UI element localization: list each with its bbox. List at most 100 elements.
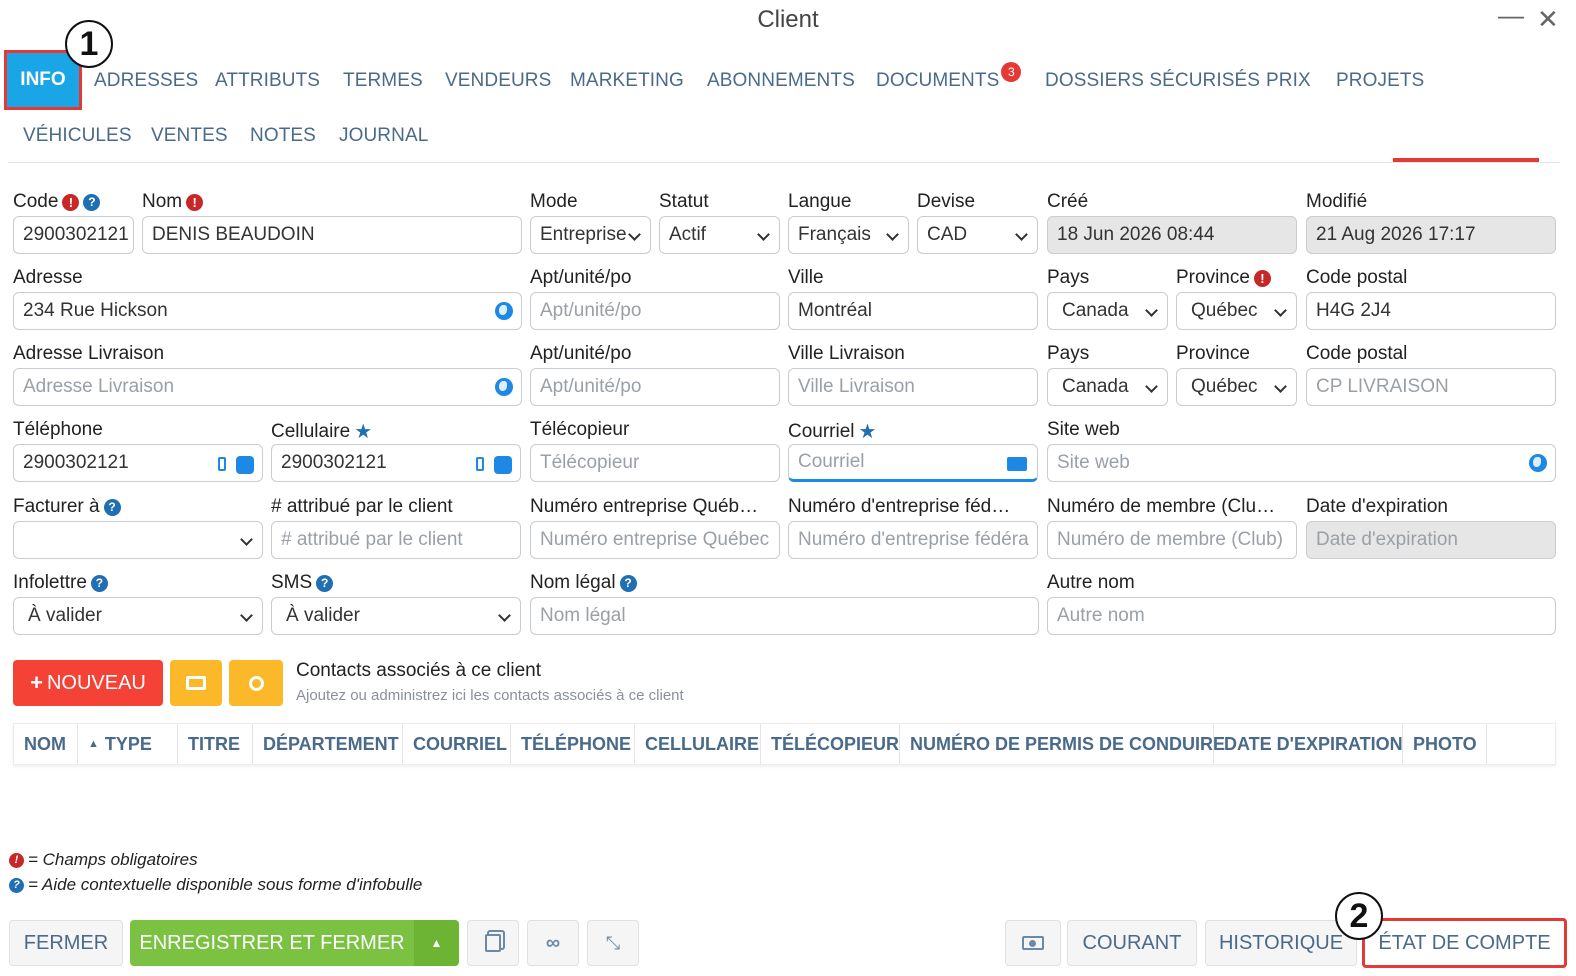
tab-abonnements[interactable]: ABONNEMENTS <box>707 70 855 92</box>
apt-livraison-field[interactable]: Apt/unité/po <box>530 368 780 406</box>
autre-nom-label: Autre nom <box>1047 572 1135 593</box>
langue-select[interactable]: Français <box>788 216 909 254</box>
courriel-field[interactable]: Courriel <box>788 444 1038 482</box>
cellulaire-field[interactable]: 2900302121 <box>271 444 521 482</box>
col-departement[interactable]: DÉPARTEMENT <box>253 724 403 764</box>
province-livraison-select[interactable]: Québec <box>1176 368 1297 406</box>
autre-nom-field[interactable]: Autre nom <box>1047 597 1556 635</box>
globe-icon[interactable] <box>495 378 513 396</box>
callout-2: 2 <box>1335 892 1383 940</box>
duplicate-button[interactable] <box>467 920 519 966</box>
facturer-select[interactable] <box>13 521 263 559</box>
col-courriel[interactable]: COURRIEL <box>403 724 511 764</box>
print-button[interactable] <box>170 660 222 706</box>
nouveau-button[interactable]: + NOUVEAU <box>13 660 163 706</box>
mobile-icon[interactable] <box>476 457 484 471</box>
nom-legal-field[interactable]: Nom légal <box>530 597 1039 635</box>
search-button[interactable] <box>229 660 283 706</box>
ville-field[interactable]: Montréal <box>788 292 1038 330</box>
col-telecopieur[interactable]: TÉLÉCOPIEUR <box>761 724 900 764</box>
cp-livraison-field[interactable]: CP LIVRAISON <box>1306 368 1556 406</box>
phone-icon[interactable] <box>236 456 254 474</box>
sms-select[interactable]: À valider <box>271 597 521 635</box>
telecopieur-field[interactable]: Télécopieur <box>530 444 780 482</box>
infolettre-label: Infolettre? <box>13 572 108 594</box>
historique-button[interactable]: HISTORIQUE <box>1205 920 1357 966</box>
tab-dossiers-securises[interactable]: DOSSIERS SÉCURISÉS <box>1045 70 1260 92</box>
etat-de-compte-button[interactable]: ÉTAT DE COMPTE <box>1362 918 1567 968</box>
nom-field[interactable]: DENIS BEAUDOIN <box>142 216 522 254</box>
caret-up-icon: ▲ <box>430 936 443 950</box>
numero-quebec-field[interactable]: Numéro entreprise Québec <box>530 521 780 559</box>
col-photo[interactable]: PHOTO <box>1403 724 1487 764</box>
payment-button[interactable] <box>1005 920 1061 966</box>
tab-adresses[interactable]: ADRESSES <box>94 70 198 92</box>
pays-select[interactable]: Canada <box>1047 292 1168 330</box>
envelope-icon[interactable] <box>1007 457 1027 471</box>
col-type[interactable]: ▲ TYPE <box>78 724 178 764</box>
tab-documents[interactable]: DOCUMENTS 3 <box>876 62 1022 92</box>
date-expiration-field[interactable]: Date d'expiration <box>1306 521 1556 559</box>
adresse-livraison-field[interactable]: Adresse Livraison <box>13 368 522 406</box>
apt-field[interactable]: Apt/unité/po <box>530 292 780 330</box>
infolettre-select[interactable]: À valider <box>13 597 263 635</box>
tab-notes[interactable]: NOTES <box>250 125 316 147</box>
ville-label: Ville <box>788 267 824 288</box>
numero-membre-label: Numéro de membre (Clu… <box>1047 496 1276 517</box>
minimize-icon[interactable]: — <box>1498 0 1524 31</box>
adresse-label: Adresse <box>13 267 83 288</box>
site-web-field[interactable]: Site web <box>1047 444 1556 482</box>
link-button[interactable]: ∞ <box>527 920 579 966</box>
ville-livraison-field[interactable]: Ville Livraison <box>788 368 1038 406</box>
help-icon: ? <box>9 877 24 893</box>
attribue-field[interactable]: # attribué par le client <box>271 521 521 559</box>
close-icon[interactable]: ✕ <box>1537 4 1559 35</box>
col-telephone[interactable]: TÉLÉPHONE <box>511 724 635 764</box>
devise-label: Devise <box>917 191 976 212</box>
enregistrer-fermer-button[interactable]: ENREGISTRER ET FERMER <box>130 920 414 966</box>
col-permis[interactable]: NUMÉRO DE PERMIS DE CONDUIRE <box>900 724 1225 764</box>
tab-ventes[interactable]: VENTES <box>151 125 228 147</box>
telephone-field[interactable]: 2900302121 <box>13 444 263 482</box>
globe-icon[interactable] <box>1529 454 1547 472</box>
legend-help-text: = Aide contextuelle disponible sous form… <box>28 875 423 894</box>
tab-projets[interactable]: PROJETS <box>1336 70 1424 92</box>
mode-select[interactable]: Entreprise <box>530 216 651 254</box>
tab-vehicules[interactable]: VÉHICULES <box>23 125 132 147</box>
help-icon[interactable]: ? <box>83 193 101 211</box>
col-cellulaire[interactable]: CELLULAIRE <box>635 724 761 764</box>
col-titre[interactable]: TITRE <box>178 724 253 764</box>
tab-vendeurs[interactable]: VENDEURS <box>445 70 551 92</box>
help-icon[interactable]: ? <box>90 574 108 592</box>
globe-icon[interactable] <box>495 302 513 320</box>
help-icon[interactable]: ? <box>103 498 121 516</box>
col-date-expiration[interactable]: DATE D'EXPIRATION <box>1214 724 1403 764</box>
collapse-button[interactable]: ⤡ <box>587 920 639 966</box>
numero-membre-field[interactable]: Numéro de membre (Club) <box>1047 521 1297 559</box>
tab-journal[interactable]: JOURNAL <box>339 125 428 147</box>
numero-federal-field[interactable]: Numéro d'entreprise fédéra <box>788 521 1038 559</box>
code-field[interactable]: 2900302121 <box>13 216 134 254</box>
adresse-livraison-placeholder: Adresse Livraison <box>23 376 175 397</box>
courant-button[interactable]: COURANT <box>1067 920 1197 966</box>
tab-termes[interactable]: TERMES <box>343 70 423 92</box>
sort-asc-icon: ▲ <box>88 738 99 750</box>
phone-icon[interactable] <box>494 456 512 474</box>
adresse-field[interactable]: 234 Rue Hickson <box>13 292 522 330</box>
devise-select[interactable]: CAD <box>917 216 1038 254</box>
mobile-icon[interactable] <box>218 457 226 471</box>
pays-livraison-select[interactable]: Canada <box>1047 368 1168 406</box>
tab-marketing[interactable]: MARKETING <box>570 70 684 92</box>
tab-prix[interactable]: PRIX <box>1266 70 1311 92</box>
help-icon[interactable]: ? <box>316 574 334 592</box>
province-select[interactable]: Québec <box>1176 292 1297 330</box>
tab-attributs[interactable]: ATTRIBUTS <box>215 70 320 92</box>
courriel-placeholder: Courriel <box>798 451 865 472</box>
col-nom[interactable]: NOM <box>14 724 78 764</box>
code-postal-field[interactable]: H4G 2J4 <box>1306 292 1556 330</box>
adresse-value: 234 Rue Hickson <box>23 300 168 321</box>
fermer-button[interactable]: FERMER <box>9 920 123 966</box>
help-icon[interactable]: ? <box>619 574 637 592</box>
statut-select[interactable]: Actif <box>659 216 780 254</box>
save-options-dropdown[interactable]: ▲ <box>414 920 459 966</box>
